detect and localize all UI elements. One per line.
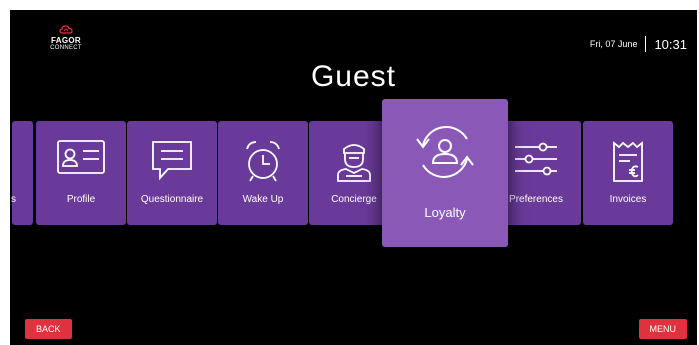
id-card-icon bbox=[57, 140, 105, 174]
brand-name: FAGOR bbox=[51, 36, 81, 45]
loyalty-icon bbox=[416, 126, 474, 178]
date-label: Fri, 07 June bbox=[589, 39, 638, 49]
card-label: Loyalty bbox=[424, 205, 466, 220]
alarm-clock-icon bbox=[246, 141, 280, 182]
card-invoices[interactable]: Invoices bbox=[583, 121, 673, 225]
card-label: s bbox=[11, 194, 16, 205]
card-loyalty[interactable]: Loyalty bbox=[382, 99, 508, 247]
app-screen: FAGOR CONNECT Fri, 07 June 10:31 Guest s… bbox=[10, 10, 697, 345]
card-label: Wake Up bbox=[242, 194, 284, 205]
cloud-logo-icon bbox=[59, 25, 73, 34]
card-label: Profile bbox=[66, 194, 96, 205]
card-partial[interactable]: s bbox=[11, 121, 33, 225]
brand-sub: CONNECT bbox=[50, 45, 82, 51]
divider bbox=[645, 36, 647, 52]
page-title: Guest bbox=[310, 60, 397, 93]
card-label: Invoices bbox=[609, 194, 647, 205]
clock: 10:31 bbox=[654, 36, 687, 52]
card-questionnaire[interactable]: Questionnaire bbox=[127, 121, 217, 225]
fagor-connect-logo: FAGOR CONNECT bbox=[46, 24, 86, 52]
chat-bubble-icon bbox=[152, 141, 192, 181]
card-label: Questionnaire bbox=[140, 194, 204, 205]
concierge-icon bbox=[337, 144, 371, 182]
datetime: Fri, 07 June 10:31 bbox=[590, 36, 687, 52]
invoice-icon bbox=[613, 141, 643, 182]
card-wake-up[interactable]: Wake Up bbox=[218, 121, 308, 225]
card-profile[interactable]: Profile bbox=[36, 121, 126, 225]
sliders-icon bbox=[515, 142, 557, 176]
menu-button[interactable]: MENU bbox=[638, 319, 687, 339]
back-button[interactable]: BACK bbox=[25, 319, 72, 339]
